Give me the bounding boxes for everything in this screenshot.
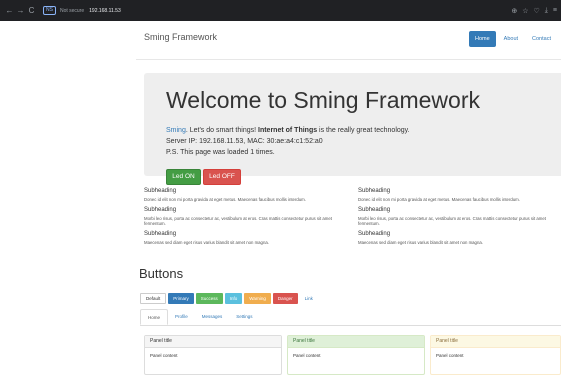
primary-button[interactable]: Primary [168, 293, 194, 304]
info-button[interactable]: Info [224, 293, 243, 304]
nav-contact[interactable]: Contact [526, 31, 557, 47]
paragraph: Maecenas sed diam eget risus varius blan… [144, 239, 269, 245]
led-off-button[interactable]: Led OFF [203, 169, 241, 185]
panel-title: Panel title [288, 336, 424, 348]
tab-messages[interactable]: Messages [195, 309, 230, 325]
shield-icon[interactable]: ♡ [534, 7, 540, 15]
panel-default: Panel title Panel content [144, 335, 282, 375]
reload-icon[interactable]: C [26, 6, 37, 15]
menu-icon[interactable]: ≡ [553, 7, 557, 15]
server-info: Server IP: 192.168.11.53, MAC: 30:ae:a4:… [166, 138, 323, 145]
web-page: Sming Framework Home About Contact Welco… [0, 21, 561, 375]
nav-about[interactable]: About [498, 31, 524, 47]
panel-title: Panel title [145, 336, 281, 348]
paragraph: Morbi leo risus, porta ac consectetur ac… [358, 215, 546, 227]
subheading: Subheading [144, 206, 177, 213]
panel-title: Panel title [431, 336, 560, 348]
download-icon[interactable]: ⤓ [545, 7, 548, 15]
tab-bar: Home Profile Messages Settings [140, 309, 561, 326]
paragraph: Donec id elit non mi porta gravida at eg… [358, 197, 520, 202]
star-icon[interactable]: ☆ [522, 7, 528, 15]
sming-link[interactable]: Sming [166, 127, 186, 134]
led-on-button[interactable]: Led ON [166, 169, 201, 185]
paragraph: Morbi leo risus, porta ac consectetur ac… [144, 215, 332, 227]
intro-text-bold: Internet of Things [258, 127, 318, 134]
zoom-icon[interactable]: ⊕ [511, 7, 517, 15]
subheading: Subheading [144, 230, 177, 237]
paragraph: Donec id elit non mi porta gravida at eg… [144, 197, 306, 202]
tab-profile[interactable]: Profile [168, 309, 195, 325]
browser-toolbar: ← → C NS Not secure 192.168.11.53 ⊕ ☆ ♡ … [0, 0, 561, 21]
intro-text-b: is the really great technology. [317, 127, 410, 134]
danger-button[interactable]: Danger [272, 293, 298, 304]
left-column: Subheading Donec id elit non mi porta gr… [144, 187, 344, 248]
panel-warning: Panel title Panel content [430, 335, 561, 375]
default-button[interactable]: Default [140, 293, 167, 304]
top-nav: Home About Contact [468, 31, 557, 47]
navbar-divider [136, 59, 561, 60]
intro-text-a: . Let's do smart things! [185, 127, 258, 134]
right-column: Subheading Donec id elit non mi porta gr… [358, 187, 558, 248]
link-button[interactable]: Link [300, 293, 318, 304]
back-icon[interactable]: ← [4, 6, 15, 15]
panel-content: Panel content [436, 353, 464, 358]
nav-home[interactable]: Home [468, 31, 496, 47]
browser-tools: ⊕ ☆ ♡ ⤓ ≡ [511, 7, 557, 15]
address-bar[interactable]: NS Not secure 192.168.11.53 [43, 4, 463, 17]
security-text: Not secure [59, 7, 85, 14]
subheading: Subheading [358, 188, 391, 194]
panel-success: Panel title Panel content [287, 335, 425, 375]
tab-settings[interactable]: Settings [229, 309, 259, 325]
subheading: Subheading [358, 206, 391, 213]
panel-content: Panel content [150, 353, 178, 358]
panel-content: Panel content [293, 353, 321, 358]
page-title: Welcome to Sming Framework [166, 87, 480, 113]
subheading: Subheading [144, 188, 177, 194]
security-badge[interactable]: NS [43, 6, 56, 15]
success-button[interactable]: Success [195, 293, 223, 304]
navbar-brand[interactable]: Sming Framework [144, 32, 217, 42]
forward-icon[interactable]: → [15, 6, 26, 15]
warning-button[interactable]: Warning [244, 293, 271, 304]
load-count: P.S. This page was loaded 1 times. [166, 149, 275, 156]
tab-home[interactable]: Home [140, 309, 169, 325]
intro-line: Sming. Let's do smart things! Internet o… [166, 127, 410, 134]
buttons-heading: Buttons [139, 266, 184, 281]
url-text[interactable]: 192.168.11.53 [89, 8, 121, 14]
button-row: Default Primary Success Info Warning Dan… [140, 293, 318, 304]
paragraph: Maecenas sed diam eget risus varius blan… [358, 239, 483, 245]
jumbotron: Welcome to Sming Framework Sming. Let's … [144, 73, 561, 185]
subheading: Subheading [358, 230, 391, 237]
